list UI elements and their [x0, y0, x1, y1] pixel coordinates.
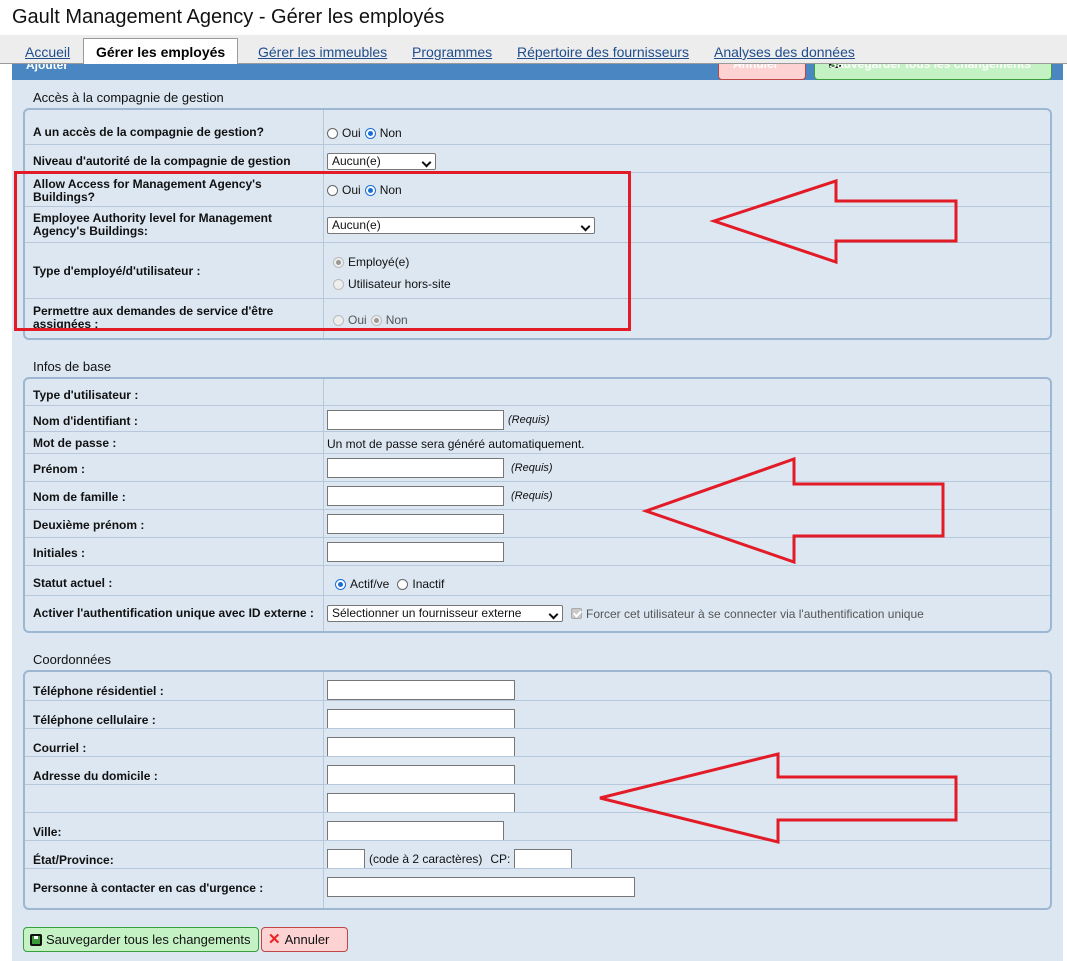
annotation-arrow-3 [599, 752, 958, 844]
annotation-arrow-2 [641, 456, 945, 565]
annotation-arrow-1 [709, 178, 958, 265]
annotation-arrows [599, 178, 958, 844]
